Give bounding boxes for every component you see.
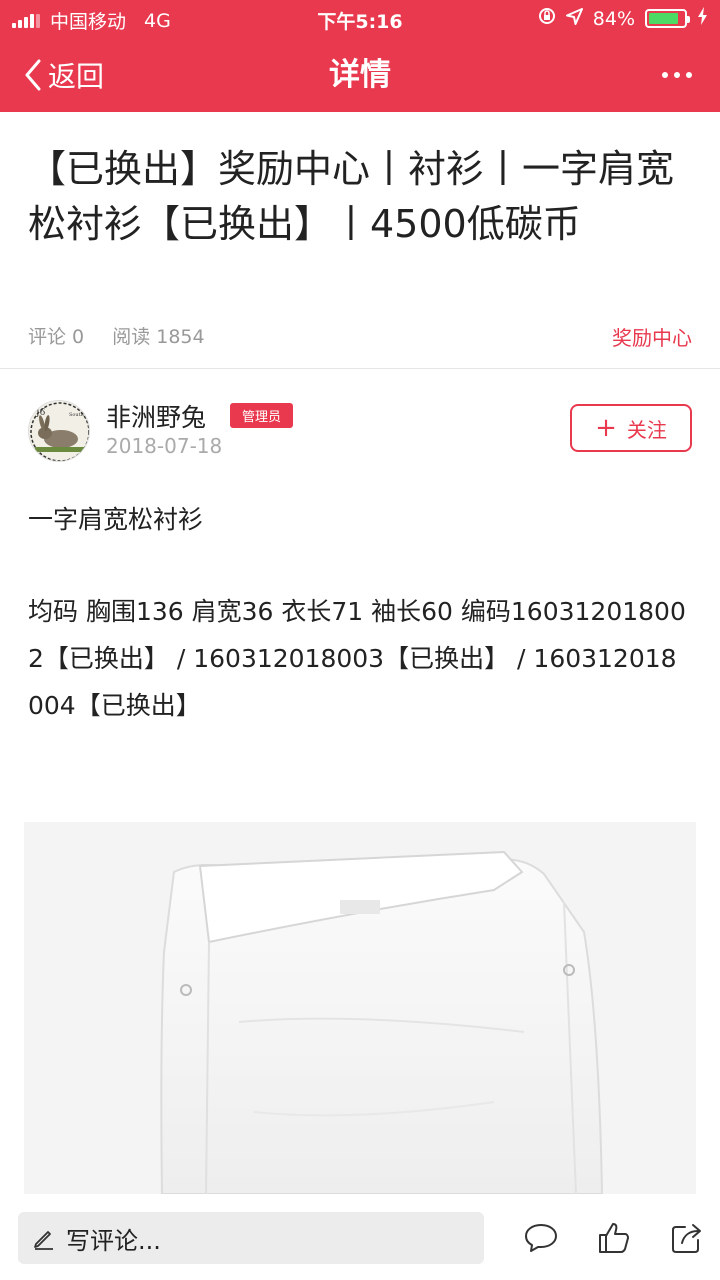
comment-count: 评论 0 (28, 326, 85, 348)
post-date: 2018-07-18 (106, 434, 223, 458)
avatar[interactable]: South A. J6 (28, 400, 90, 462)
category-link[interactable]: 奖励中心 (612, 322, 692, 351)
plus-icon: + (595, 413, 617, 443)
author-row: South A. J6 非洲野兔 管理员 2018-07-18 + 关注 (28, 398, 692, 468)
content-paragraph: 均码 胸围136 肩宽36 衣长71 袖长60 编码160312018002【已… (28, 597, 686, 720)
article-title: 【已换出】奖励中心丨衬衫丨一字肩宽松衬衫【已换出】丨4500低碳币 (28, 147, 675, 246)
location-icon (565, 7, 583, 30)
svg-text:South A.: South A. (69, 412, 90, 418)
article-meta: 评论 0 阅读 1854 奖励中心 (28, 322, 692, 351)
divider (0, 368, 720, 369)
charging-icon (697, 7, 708, 30)
author-name[interactable]: 非洲野兔 (106, 398, 206, 434)
svg-text:J6: J6 (35, 408, 46, 418)
more-options-icon[interactable] (656, 38, 692, 112)
status-bar: 中国移动 4G 下午5:16 84% (0, 0, 720, 38)
status-right: 84% (528, 7, 708, 30)
battery-percent: 84% (592, 7, 635, 30)
follow-label: 关注 (626, 417, 667, 442)
follow-button[interactable]: + 关注 (570, 404, 692, 452)
top-header: 中国移动 4G 下午5:16 84% 返回 详情 (0, 0, 720, 112)
rotation-lock-icon (538, 7, 556, 30)
product-image[interactable] (24, 822, 696, 1194)
comment-icon[interactable] (521, 1218, 561, 1258)
pencil-icon (34, 1231, 53, 1250)
bottom-bar: 写评论... (0, 1196, 720, 1280)
admin-badge: 管理员 (230, 403, 294, 428)
content-paragraph: 一字肩宽松衬衫 (28, 505, 204, 534)
nav-bar: 返回 详情 (0, 38, 720, 112)
thumbs-up-icon[interactable] (594, 1218, 634, 1258)
page-title: 详情 (329, 57, 391, 93)
battery-icon (645, 9, 690, 28)
comment-placeholder: 写评论... (66, 1226, 161, 1255)
share-icon[interactable] (667, 1218, 707, 1258)
read-count: 阅读 1854 (112, 326, 205, 348)
comment-input[interactable]: 写评论... (18, 1212, 484, 1264)
